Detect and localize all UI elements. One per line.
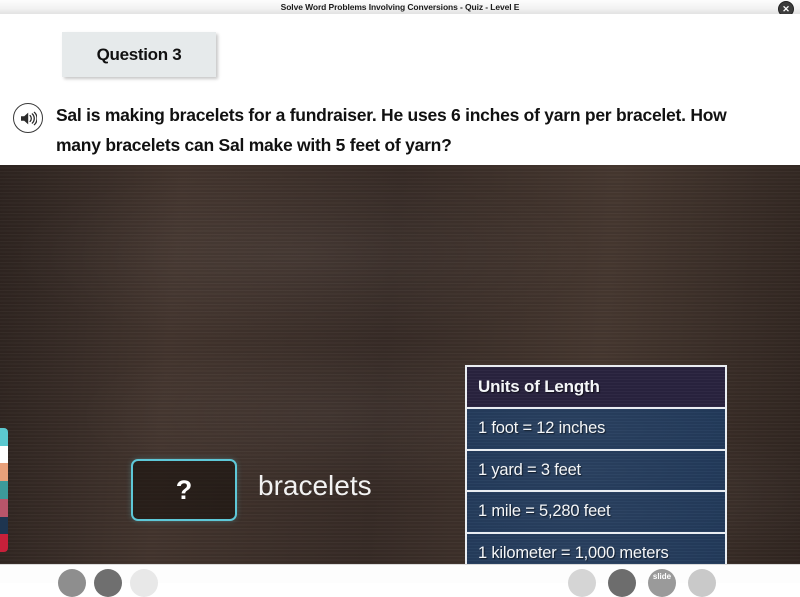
- table-row: 1 kilometer = 1,000 meters: [467, 533, 725, 564]
- edge-segment: [0, 463, 8, 482]
- dock-icon-2[interactable]: [94, 569, 122, 597]
- table-row: 1 mile = 5,280 feet: [467, 492, 725, 534]
- dock-icon-3[interactable]: [130, 569, 158, 597]
- table-row: 1 yard = 3 feet: [467, 450, 725, 492]
- table-cell: 1 mile = 5,280 feet: [478, 502, 611, 521]
- question-number-label: Question 3: [96, 44, 182, 64]
- bottom-toolbar: slide: [0, 564, 800, 597]
- edge-segment: [0, 516, 8, 535]
- edge-segment: [0, 481, 8, 499]
- table-cell: 1 kilometer = 1,000 meters: [478, 543, 669, 562]
- edge-color-strip[interactable]: [0, 428, 8, 552]
- activity-stage: ? bracelets ✔ DONE Units of Length 1 foo…: [0, 165, 800, 564]
- dock-icon-6[interactable]: slide: [648, 569, 676, 597]
- dock-icon-7[interactable]: [688, 569, 716, 597]
- edge-segment: [0, 498, 8, 517]
- table-cell: 1 yard = 3 feet: [478, 460, 581, 479]
- edge-segment: [0, 445, 8, 464]
- dock-icon-5[interactable]: [608, 569, 636, 597]
- window-title: Solve Word Problems Involving Conversion…: [280, 2, 520, 12]
- table-header-label: Units of Length: [478, 377, 600, 396]
- question-panel: Question 3 Sal is making bracelets for a…: [0, 14, 800, 167]
- edge-segment: [0, 534, 8, 552]
- table-row: 1 foot = 12 inches: [467, 409, 725, 451]
- window-titlebar: Solve Word Problems Involving Conversion…: [0, 0, 800, 17]
- dock-icon-1[interactable]: [58, 569, 86, 597]
- question-text: Sal is making bracelets for a fundraiser…: [56, 105, 727, 155]
- table-header-row: Units of Length: [467, 367, 725, 409]
- units-of-length-table: Units of Length 1 foot = 12 inches 1 yar…: [465, 365, 727, 564]
- answer-unit-label: bracelets: [258, 470, 372, 501]
- table-cell: 1 foot = 12 inches: [478, 419, 606, 438]
- speaker-icon[interactable]: [13, 103, 43, 133]
- answer-input-value: ?: [175, 474, 193, 505]
- question-number-tab: Question 3: [62, 32, 216, 77]
- dock-icon-4[interactable]: [568, 569, 596, 597]
- edge-segment: [0, 428, 8, 446]
- answer-input[interactable]: ?: [131, 459, 237, 521]
